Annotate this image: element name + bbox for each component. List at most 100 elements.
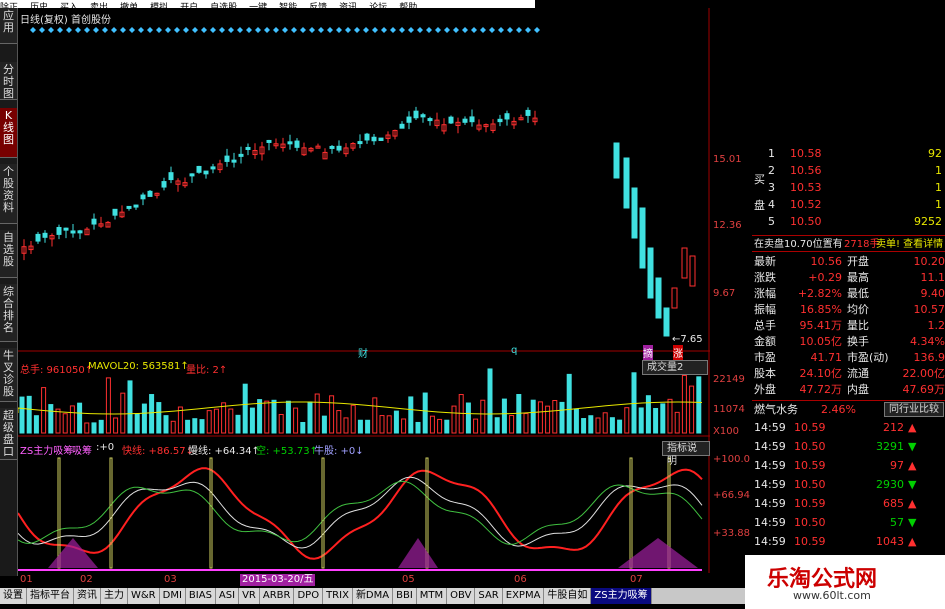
signal-dot	[336, 27, 342, 33]
signal-dot	[381, 27, 387, 33]
candle-body	[203, 170, 209, 175]
event-marker[interactable]: 涨	[673, 345, 683, 360]
tick-price: 10.59	[794, 497, 826, 510]
volume-mavol: MAVOL20: 563581↑	[88, 361, 189, 372]
left-tab-7[interactable]: 牛叉诊股	[0, 348, 17, 402]
quote-panel: 买盘 1 10.58 92 2 10.56 1 3 10.53 1 4 10.52 1 5 10.50 925…	[752, 141, 945, 551]
bottom-tab[interactable]: BIAS	[185, 588, 216, 604]
candle-body	[161, 181, 167, 188]
candle-body	[497, 118, 503, 123]
volume-select-button[interactable]: 成交量2	[642, 360, 708, 375]
volume-bar	[105, 377, 111, 434]
candle-body	[469, 116, 475, 123]
signal-dot	[507, 27, 513, 33]
signal-bar	[109, 457, 113, 569]
bottom-tab[interactable]: BBI	[393, 588, 417, 604]
event-marker[interactable]: 摘	[643, 345, 653, 360]
signal-dot	[318, 27, 324, 33]
candle-body	[42, 232, 48, 238]
bottom-tab[interactable]: DMI	[159, 588, 186, 604]
bottom-tab[interactable]: SAR	[475, 588, 503, 604]
industry-compare-button[interactable]: 同行业比较	[884, 402, 944, 417]
indicator-tick: +100.0	[713, 454, 751, 465]
bottom-tab[interactable]: 设置	[0, 588, 27, 604]
bottom-tab[interactable]: TRIX	[323, 588, 353, 604]
indicator-help-button[interactable]: 指标说明	[662, 441, 710, 467]
volume-bar	[473, 418, 479, 434]
empty-line	[18, 480, 703, 545]
left-tab-1[interactable]: 应用	[0, 8, 17, 44]
stat-label: 换手	[847, 335, 869, 348]
bottom-tab[interactable]: EXPMA	[502, 588, 545, 604]
signal-dot	[57, 27, 63, 33]
volume-bar	[307, 401, 313, 434]
candle-body	[196, 165, 202, 173]
left-tab-5[interactable]: 自选股	[0, 230, 17, 278]
stat-row: 股本 24.10亿 流通 22.00亿	[752, 366, 945, 382]
volume-bar	[206, 410, 212, 434]
bottom-tab[interactable]: 新DMA	[352, 588, 394, 604]
bottom-tab[interactable]: 牛股自如	[544, 588, 592, 604]
volume-bar	[451, 405, 457, 434]
order-summary-line[interactable]: 在卖盘10.70位置有 2718手 卖单! 查看详情	[752, 235, 945, 252]
order-volume: 1	[935, 198, 942, 211]
candle-body	[56, 227, 62, 235]
tick-row: 14:59 10.59 97 ▲	[752, 456, 945, 475]
tick-time: 14:59	[754, 440, 786, 453]
summary-link[interactable]: 卖单! 查看详情	[876, 236, 943, 253]
event-marker[interactable]: q	[511, 345, 517, 356]
order-price: 10.53	[790, 181, 822, 194]
volume-bar	[249, 407, 255, 434]
stat-value: 16.85%	[800, 303, 842, 316]
candle-body	[689, 255, 696, 287]
candle-body	[504, 113, 510, 120]
bottom-tab[interactable]: ARBR	[259, 588, 295, 604]
volume-bar	[487, 368, 493, 434]
tick-row: 14:59 10.50 3291 ▼	[752, 437, 945, 456]
bottom-tab[interactable]: DPO	[294, 588, 324, 604]
candle-body	[420, 114, 426, 118]
volume-bar	[55, 408, 61, 434]
tick-time: 14:59	[754, 516, 786, 529]
stat-label: 均价	[847, 303, 869, 316]
candle-body	[364, 133, 370, 141]
stat-label: 总手	[754, 319, 776, 332]
chart-canvas[interactable]	[18, 8, 710, 573]
volume-bar	[501, 398, 507, 434]
bottom-tab[interactable]: ZS主力吸筹	[591, 588, 652, 604]
left-tab-4[interactable]: 个股资料	[0, 164, 17, 224]
volume-bar	[127, 380, 133, 434]
bottom-tab[interactable]: W&R	[128, 588, 160, 604]
volume-bar	[465, 402, 471, 434]
stat-value: +2.82%	[797, 287, 842, 300]
low-price-marker: ←7.65	[672, 334, 703, 345]
bottom-tab[interactable]: 指标平台	[27, 588, 74, 604]
signal-dot	[435, 27, 441, 33]
left-tab-3[interactable]: K线图	[0, 108, 17, 158]
left-tab-6[interactable]: 综合排名	[0, 284, 17, 342]
chart-area[interactable]: 日线(复权) 首创股份 15.01 12.36 9.67 ←7.65 财 q 摘…	[18, 8, 750, 573]
bottom-tab[interactable]: VR	[239, 588, 260, 604]
bottom-tab[interactable]: OBV	[447, 588, 476, 604]
volume-bar	[163, 415, 169, 434]
stat-value: 11.1	[920, 271, 945, 284]
bottom-tab[interactable]: 主力	[101, 588, 128, 604]
left-tab-2[interactable]: 分时图	[0, 62, 17, 100]
summary-amount: 2718手	[844, 239, 880, 250]
stat-label: 振幅	[754, 303, 776, 316]
bottom-tab[interactable]: MTM	[416, 588, 448, 604]
left-tab-8[interactable]: 超级盘口	[0, 408, 17, 460]
tick-price: 10.50	[794, 516, 826, 529]
candle-body	[245, 146, 251, 150]
signal-dot	[264, 27, 270, 33]
event-marker[interactable]: 财	[358, 345, 368, 360]
volume-bar	[545, 405, 551, 434]
bottom-tab[interactable]: 资讯	[74, 588, 101, 604]
signal-dot	[156, 27, 162, 33]
signal-dot	[138, 27, 144, 33]
volume-bar	[422, 392, 428, 434]
bottom-tab[interactable]: ASI	[215, 588, 240, 604]
signal-dot	[327, 27, 333, 33]
signal-bar	[57, 457, 61, 569]
signal-dot	[345, 27, 351, 33]
